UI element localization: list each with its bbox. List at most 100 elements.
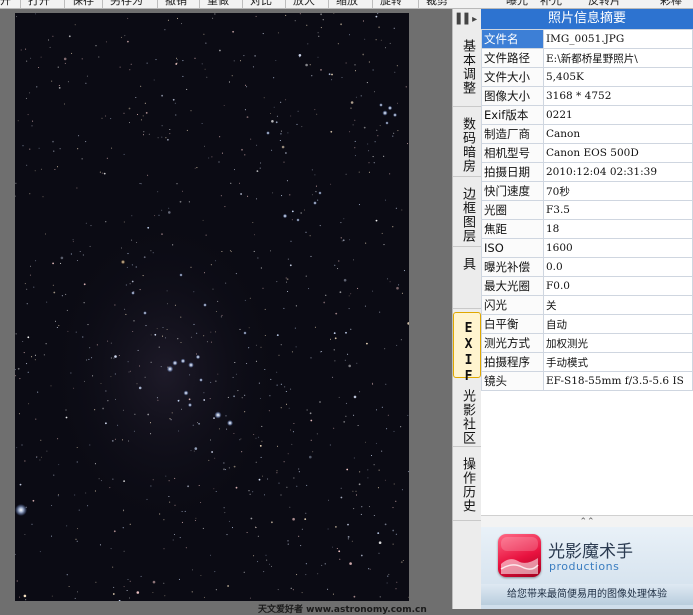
exif-row[interactable]: 文件大小 5,405K	[481, 67, 693, 87]
toolbar-separator	[199, 0, 200, 8]
toolbar-item[interactable]: 缩放	[336, 0, 358, 7]
side-tab[interactable]: 数码暗房	[453, 109, 481, 177]
exif-value: IMG_0051.JPG	[543, 29, 693, 49]
toolbar-item[interactable]: 对比	[250, 0, 272, 7]
exif-row[interactable]: 图像大小 3168 * 4752	[481, 86, 693, 106]
app-logo-icon	[498, 534, 541, 577]
exif-row[interactable]: ISO 1600	[481, 238, 693, 258]
exif-key: 曝光补偿	[481, 257, 544, 277]
exif-row[interactable]: 白平衡 自动	[481, 314, 693, 334]
exif-row[interactable]: 拍摄日期 2010:12:04 02:31:39	[481, 162, 693, 182]
exif-value: 18	[543, 219, 693, 239]
side-tab-label: 光影社区	[460, 389, 475, 445]
toolbar-item[interactable]: 撤销	[165, 0, 187, 7]
exif-row[interactable]: 测光方式 加权测光	[481, 333, 693, 353]
toolbar-separator	[242, 0, 243, 8]
exif-key: 镜头	[481, 371, 544, 391]
side-tab[interactable]: 边框图层	[453, 179, 481, 247]
side-tab[interactable]: 基本调整	[453, 31, 481, 107]
exif-row[interactable]: 快门速度 70秒	[481, 181, 693, 201]
ad-banner[interactable]: 光影魔术手 productions 给您带来最简便易用的图像处理体验	[481, 527, 693, 609]
panel-toggle-button[interactable]: ▌▌▸	[455, 11, 479, 29]
watermark-text: 天文爱好者 www.astronomy.com.cn	[258, 605, 427, 615]
exif-value: 2010:12:04 02:31:39	[543, 162, 693, 182]
toolbar-separator	[418, 0, 419, 8]
exif-key: 最大光圈	[481, 276, 544, 296]
photo-canvas-area[interactable]: 天文爱好者 www.astronomy.com.cn	[0, 9, 452, 615]
side-tab[interactable]: 光影社区	[453, 381, 481, 447]
exif-table: 文件名 IMG_0051.JPG 文件路径 E:\新都桥星野照片\ 文件大小 5,405K…	[481, 29, 693, 391]
toolbar-item[interactable]: 放大	[293, 0, 315, 7]
exif-value: 3168 * 4752	[543, 86, 693, 106]
exif-row[interactable]: 曝光补偿 0.0	[481, 257, 693, 277]
exif-value: 70秒	[543, 181, 693, 201]
toolbar-item[interactable]: 开	[0, 0, 11, 7]
exif-value: Canon	[543, 124, 693, 144]
toolbar-item[interactable]: 重做	[207, 0, 229, 7]
exif-value: EF-S18-55mm f/3.5-5.6 IS	[543, 371, 693, 391]
toolbar-item[interactable]: 反转片	[588, 0, 621, 7]
exif-key: 制造厂商	[481, 124, 544, 144]
exif-key: 闪光	[481, 295, 544, 315]
exif-key: 相机型号	[481, 143, 544, 163]
star-field-image	[15, 13, 409, 601]
top-toolbar: 开 打开 保存 另存为 撤销 重做 对比 放大 缩放 旋转 裁剪 曝光 补光 反转片 彩棒	[0, 0, 693, 9]
side-tab[interactable]: 操作历史	[453, 449, 481, 521]
ad-title: 光影魔术手	[548, 542, 633, 562]
exif-row[interactable]: 相机型号 Canon EOS 500D	[481, 143, 693, 163]
exif-panel: 照片信息摘要 文件名 IMG_0051.JPG 文件路径 E:\新都桥星野照片\ 文件大…	[481, 9, 693, 609]
exif-value: 0221	[543, 105, 693, 125]
exif-key: 文件路径	[481, 48, 544, 68]
exif-key: 拍摄日期	[481, 162, 544, 182]
side-tab[interactable]: 便捷工具	[453, 249, 503, 309]
exif-key: ISO	[481, 238, 544, 258]
toolbar-item[interactable]: 保存	[72, 0, 94, 7]
toolbar-item[interactable]: 打开	[28, 0, 50, 7]
exif-row[interactable]: 文件路径 E:\新都桥星野照片\	[481, 48, 693, 68]
exif-value: F0.0	[543, 276, 693, 296]
toolbar-item[interactable]: 曝光	[506, 0, 528, 7]
exif-value: 自动	[543, 314, 693, 334]
exif-row[interactable]: 光圈 F3.5	[481, 200, 693, 220]
side-tab-strip: ▌▌▸ 基本调整数码暗房边框图层便捷工具 EXIF 光影社区操作历史	[452, 9, 503, 609]
exif-key: 文件名	[481, 29, 544, 49]
toolbar-item[interactable]: 另存为	[110, 0, 143, 7]
side-tab[interactable]: EXIF	[453, 312, 481, 385]
exif-value: E:\新都桥星野照片\	[543, 48, 693, 68]
exif-key: 白平衡	[481, 314, 544, 334]
exif-row[interactable]: 文件名 IMG_0051.JPG	[481, 29, 693, 49]
toolbar-separator	[157, 0, 158, 8]
exif-value: F3.5	[543, 200, 693, 220]
exif-key: 快门速度	[481, 181, 544, 201]
exif-value: 1600	[543, 238, 693, 258]
exif-row[interactable]: 最大光圈 F0.0	[481, 276, 693, 296]
toolbar-item[interactable]: 彩棒	[660, 0, 682, 7]
exif-value: 0.0	[543, 257, 693, 277]
exif-value: 关	[543, 295, 693, 315]
ad-tagline: 给您带来最简便易用的图像处理体验	[481, 584, 693, 605]
side-tab-label: 操作历史	[460, 457, 475, 513]
exif-row[interactable]: Exif版本 0221	[481, 105, 693, 125]
exif-row[interactable]: 镜头 EF-S18-55mm f/3.5-5.6 IS	[481, 371, 693, 391]
exif-row[interactable]: 焦距 18	[481, 219, 693, 239]
side-tab-label: EXIF	[461, 321, 476, 385]
toolbar-separator	[328, 0, 329, 8]
panel-empty-space	[481, 409, 693, 514]
toolbar-item[interactable]: 旋转	[380, 0, 402, 7]
toolbar-separator	[372, 0, 373, 8]
toolbar-item[interactable]: 补光	[540, 0, 562, 7]
exif-key: 文件大小	[481, 67, 544, 87]
star-field-photo[interactable]	[15, 13, 409, 601]
exif-value: 5,405K	[543, 67, 693, 87]
side-tab-label: 数码暗房	[460, 117, 475, 173]
exif-row[interactable]: 拍摄程序 手动模式	[481, 352, 693, 372]
side-tab-label: 基本调整	[460, 39, 475, 95]
exif-value: 加权测光	[543, 333, 693, 353]
exif-row[interactable]: 制造厂商 Canon	[481, 124, 693, 144]
exif-key: 拍摄程序	[481, 352, 544, 372]
exif-row[interactable]: 闪光关	[481, 295, 693, 315]
toolbar-item[interactable]: 裁剪	[426, 0, 448, 7]
exif-value: Canon EOS 500D	[543, 143, 693, 163]
ad-subtitle: productions	[549, 560, 620, 573]
exif-key: 光圈	[481, 200, 544, 220]
